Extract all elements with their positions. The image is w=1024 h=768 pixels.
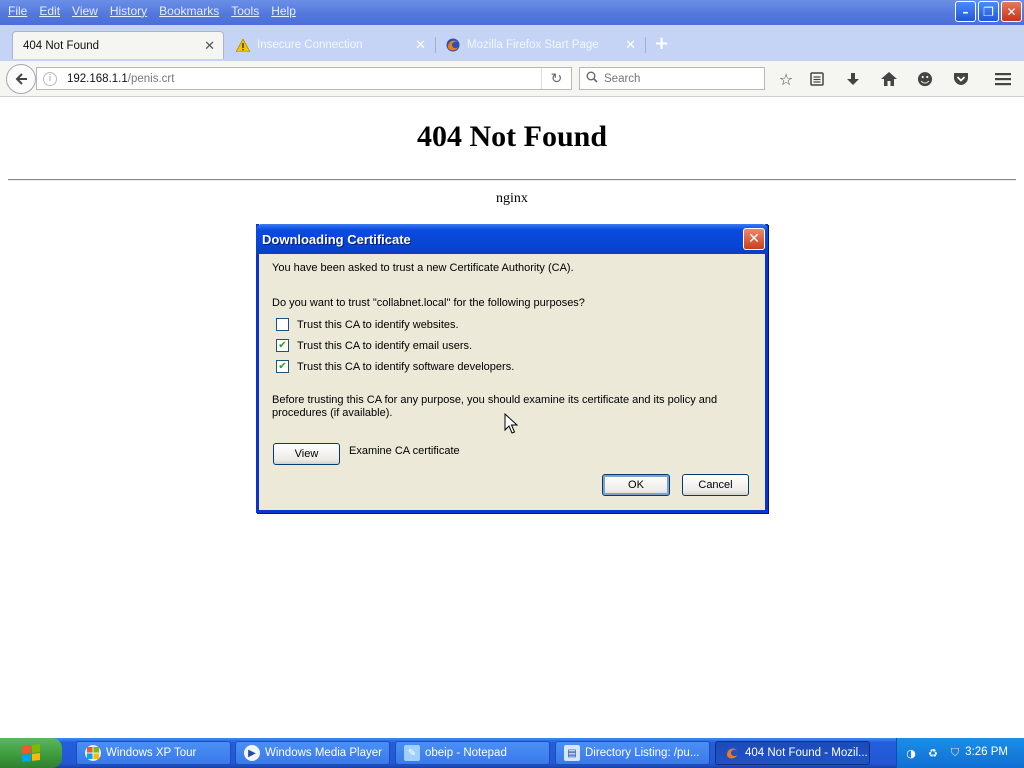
taskbar-item-xp-tour[interactable]: Windows XP Tour: [76, 741, 231, 765]
url-path: /penis.crt: [127, 72, 175, 85]
window-titlebar: File Edit View History Bookmarks Tools H…: [0, 0, 1024, 25]
window-close-button[interactable]: ✕: [1001, 1, 1022, 22]
option-email-users[interactable]: ✔ Trust this CA to identify email users.: [276, 339, 472, 352]
menu-bookmarks[interactable]: Bookmarks: [153, 4, 225, 18]
search-bar[interactable]: [579, 67, 765, 90]
window-controls: – ❐ ✕: [955, 1, 1022, 22]
server-name: nginx: [496, 191, 528, 206]
tab-firefox-start-page[interactable]: Mozilla Firefox Start Page ✕: [436, 31, 644, 59]
dialog-title: Downloading Certificate: [262, 232, 411, 247]
tab-insecure-connection[interactable]: Insecure Connection ✕: [226, 31, 434, 59]
notepad-icon: ✎: [404, 745, 420, 761]
windows-logo-icon: [22, 744, 40, 762]
tab-label: 404 Not Found: [23, 39, 100, 52]
reading-list-icon[interactable]: [807, 69, 827, 89]
taskbar-item-directory-listing[interactable]: ▤ Directory Listing: /pu...: [555, 741, 710, 765]
taskbar-item-label: Windows Media Player: [265, 747, 382, 759]
system-tray: ◑ ♻ ⛉ 3:26 PM: [896, 738, 1024, 768]
certificate-dialog: Downloading Certificate ✕ You have been …: [256, 224, 768, 513]
tab-close-icon[interactable]: ✕: [415, 37, 426, 53]
option-label: Trust this CA to identify software devel…: [297, 360, 515, 373]
horizontal-rule: [8, 179, 1016, 181]
menu-bar: File Edit View History Bookmarks Tools H…: [0, 0, 302, 22]
view-button[interactable]: View: [273, 443, 340, 465]
url-bar[interactable]: i 192.168.1.1/penis.crt ↻: [36, 67, 572, 90]
checkbox-email-users[interactable]: ✔: [276, 339, 289, 352]
hamburger-menu-icon[interactable]: [993, 69, 1013, 89]
back-arrow-icon: [15, 73, 27, 85]
tray-app-icon[interactable]: ♻: [925, 745, 941, 761]
clock: 3:26 PM: [965, 746, 1008, 758]
search-icon: [586, 71, 598, 86]
menu-view[interactable]: View: [66, 4, 104, 18]
option-software-developers[interactable]: ✔ Trust this CA to identify software dev…: [276, 360, 514, 373]
security-shield-icon[interactable]: ⛉: [947, 745, 963, 761]
option-label: Trust this CA to identify websites.: [297, 318, 459, 331]
media-player-icon: ▶: [244, 745, 260, 761]
taskbar-item-label: Windows XP Tour: [106, 747, 197, 759]
new-tab-button[interactable]: +: [654, 33, 669, 54]
network-icon[interactable]: ◑: [903, 745, 919, 761]
taskbar-item-notepad[interactable]: ✎ obeip - Notepad: [395, 741, 550, 765]
firefox-icon: [724, 745, 740, 761]
taskbar-item-label: Directory Listing: /pu...: [585, 747, 700, 759]
tab-strip: 404 Not Found ✕ Insecure Connection ✕ Mo…: [0, 25, 1024, 61]
option-label: Trust this CA to identify email users.: [297, 339, 473, 352]
tab-label: Insecure Connection: [257, 39, 363, 51]
option-websites[interactable]: Trust this CA to identify websites.: [276, 318, 459, 331]
pocket-icon[interactable]: [951, 69, 971, 89]
warning-icon: [236, 38, 250, 52]
firefox-icon: [446, 38, 460, 52]
taskbar-item-label: obeip - Notepad: [425, 747, 507, 759]
taskbar-item-firefox[interactable]: 404 Not Found - Mozil...: [715, 741, 870, 765]
navigation-bar: i 192.168.1.1/penis.crt ↻ ☆ ☻: [0, 61, 1024, 97]
hello-icon[interactable]: ☻: [915, 69, 935, 89]
cancel-button[interactable]: Cancel: [682, 474, 749, 496]
menu-history[interactable]: History: [104, 4, 153, 18]
url-host: 192.168.1.1: [67, 72, 128, 85]
checkbox-websites[interactable]: [276, 318, 289, 331]
bookmark-star-icon[interactable]: ☆: [776, 69, 796, 89]
xp-tour-icon: [85, 745, 101, 761]
tab-label: Mozilla Firefox Start Page: [467, 39, 599, 51]
tab-close-icon[interactable]: ✕: [625, 37, 636, 53]
menu-file[interactable]: File: [2, 4, 33, 18]
examine-ca-label: Examine CA certificate: [349, 445, 460, 457]
back-button[interactable]: [6, 64, 36, 94]
tab-404-not-found[interactable]: 404 Not Found ✕: [12, 31, 224, 59]
taskbar-item-media-player[interactable]: ▶ Windows Media Player: [235, 741, 390, 765]
dialog-intro-text: You have been asked to trust a new Certi…: [272, 262, 574, 274]
start-button[interactable]: [0, 738, 62, 768]
document-icon: ▤: [564, 745, 580, 761]
dialog-close-button[interactable]: ✕: [743, 228, 765, 250]
dialog-titlebar[interactable]: Downloading Certificate ✕: [256, 224, 768, 254]
checkbox-software-developers[interactable]: ✔: [276, 360, 289, 373]
restore-button[interactable]: ❐: [978, 1, 999, 22]
search-input[interactable]: [604, 72, 754, 85]
tab-close-icon[interactable]: ✕: [204, 38, 215, 54]
ok-button[interactable]: OK: [602, 474, 670, 496]
reload-icon[interactable]: ↻: [541, 68, 571, 89]
menu-tools[interactable]: Tools: [225, 4, 265, 18]
taskbar-item-label: 404 Not Found - Mozil...: [745, 747, 868, 759]
site-info-icon[interactable]: i: [43, 71, 57, 86]
download-icon[interactable]: [843, 69, 863, 89]
tab-separator: [645, 37, 646, 53]
home-icon[interactable]: [879, 69, 899, 89]
dialog-question-text: Do you want to trust "collabnet.local" f…: [272, 297, 585, 309]
menu-help[interactable]: Help: [265, 4, 302, 18]
page-title: 404 Not Found: [416, 120, 608, 153]
menu-edit[interactable]: Edit: [33, 4, 66, 18]
minimize-button[interactable]: –: [955, 1, 976, 22]
taskbar: Windows XP Tour ▶ Windows Media Player ✎…: [0, 738, 1024, 768]
